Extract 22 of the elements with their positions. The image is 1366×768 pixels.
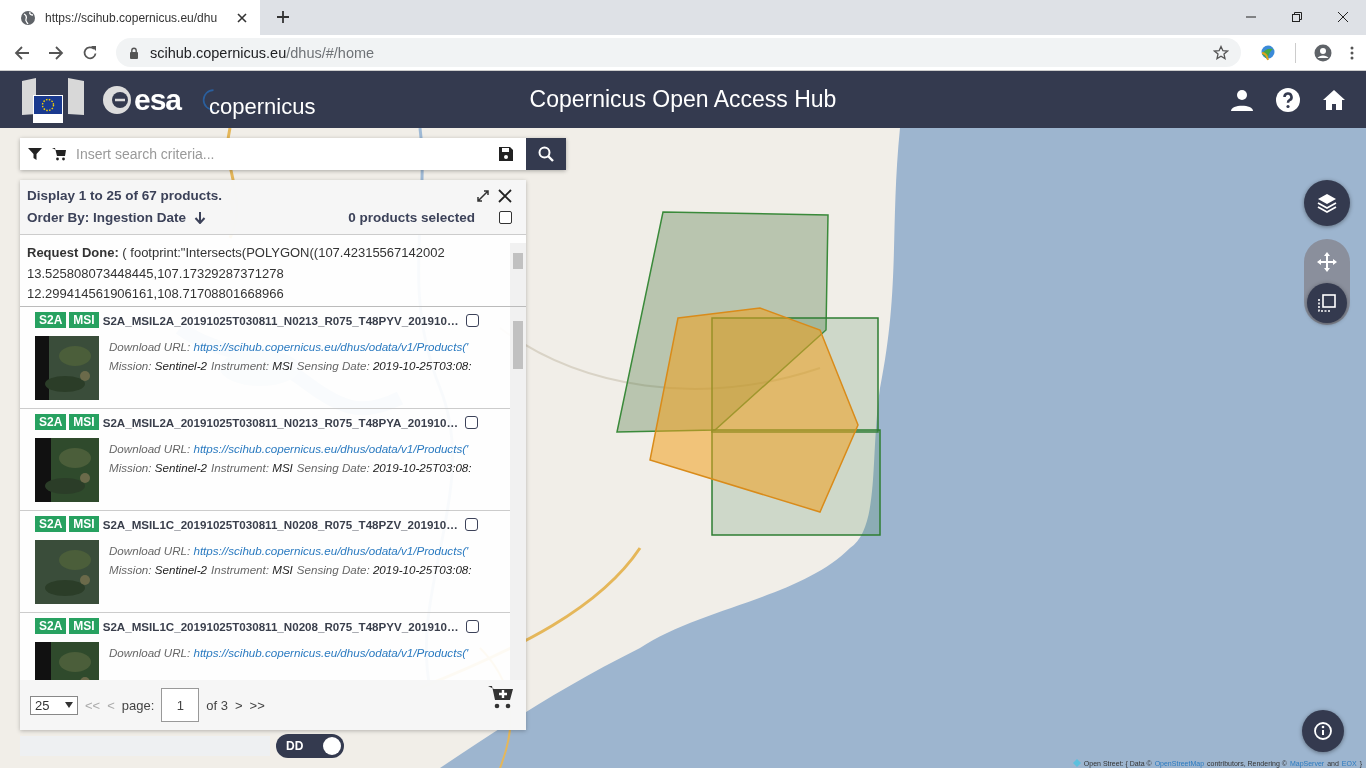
menu-icon[interactable]: [1350, 44, 1354, 61]
app-title: Copernicus Open Access Hub: [529, 86, 837, 113]
back-icon[interactable]: [14, 44, 30, 61]
copernicus-logo: copernicus: [197, 79, 316, 120]
close-icon[interactable]: [1337, 11, 1349, 23]
browser-tab[interactable]: https://scihub.copernicus.eu/dhu: [0, 0, 260, 35]
restore-icon[interactable]: [1291, 11, 1303, 23]
help-icon[interactable]: [1276, 87, 1300, 112]
home-icon[interactable]: [1322, 87, 1346, 112]
esa-logo: esa: [102, 82, 182, 117]
close-icon[interactable]: [236, 11, 248, 24]
tab-title: https://scihub.copernicus.eu/dhu: [45, 10, 219, 25]
reload-icon[interactable]: [82, 44, 98, 61]
extension-icon[interactable]: [1259, 43, 1277, 62]
forward-icon[interactable]: [48, 44, 64, 61]
lock-icon: [128, 46, 140, 59]
account-icon[interactable]: [1314, 43, 1332, 62]
new-tab-icon[interactable]: [276, 10, 290, 24]
star-icon[interactable]: [1213, 44, 1229, 61]
address-field[interactable]: scihub.copernicus.eu/dhus/#/home: [116, 38, 1241, 67]
user-icon[interactable]: [1230, 87, 1254, 112]
globe-icon: [20, 9, 36, 26]
